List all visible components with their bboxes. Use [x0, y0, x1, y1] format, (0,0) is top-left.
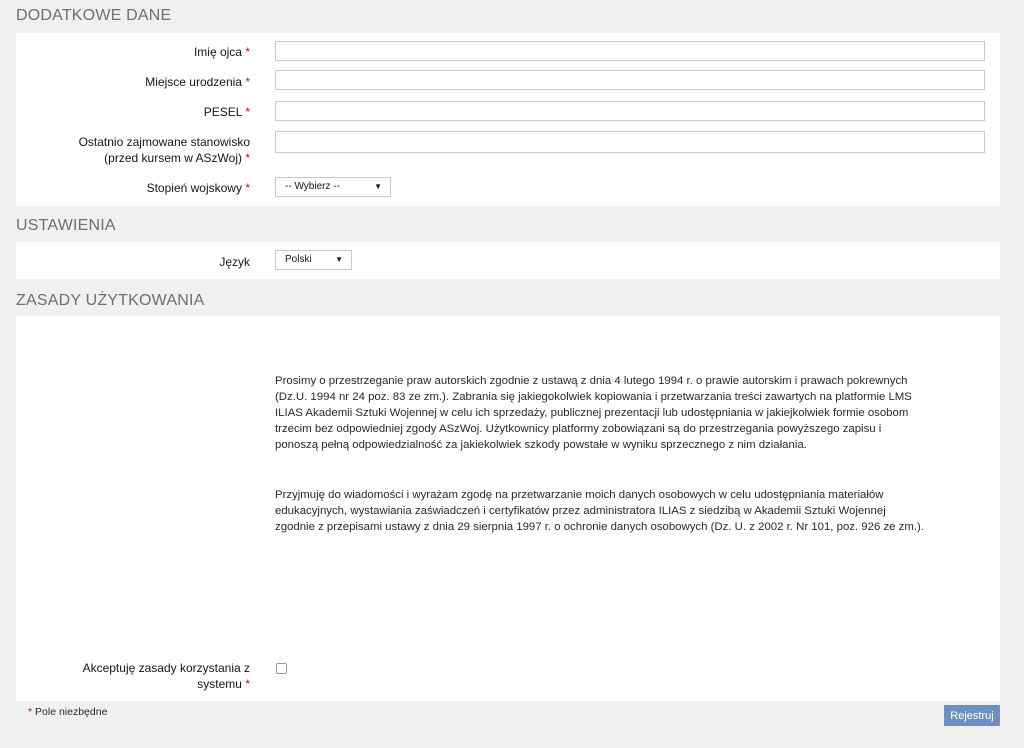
accept-terms-label: Akceptuję zasady korzystania z systemu *	[83, 660, 250, 692]
pesel-label: PESEL *	[204, 104, 250, 120]
accept-terms-checkbox[interactable]	[276, 663, 287, 674]
section-title-extra-data: DODATKOWE DANE	[16, 7, 172, 24]
terms-line: trzecim bez odpowiedniej zgody ASzWoj. U…	[275, 423, 882, 435]
section-title-settings: USTAWIENIA	[16, 217, 116, 234]
extra-data-panel: Imię ojca * Miejsce urodzenia * PESEL * …	[16, 33, 1000, 206]
required-marker: *	[245, 181, 250, 195]
terms-line: (Dz.U. 1994 nr 24 poz. 83 ze zm.). Zabra…	[275, 391, 912, 403]
pesel-input[interactable]	[275, 101, 985, 121]
language-label: Język	[219, 254, 250, 270]
terms-line: ponoszą pełną odpowiedzialność za jakiek…	[275, 439, 807, 451]
terms-paragraph-copyright: Prosimy o przestrzeganie praw autorskich…	[275, 373, 990, 453]
terms-panel: Prosimy o przestrzeganie praw autorskich…	[16, 316, 1000, 701]
language-label-text: Język	[219, 255, 250, 269]
terms-line: zgodnie z przepisami ustawy z dnia 29 si…	[275, 521, 924, 533]
rank-select-value: -- Wybierz --	[285, 181, 340, 192]
father-name-label-text: Imię ojca	[193, 45, 242, 59]
caret-down-icon: ▼	[335, 255, 343, 264]
terms-line: ILIAS Akademii Sztuki Wojennej w celu ic…	[275, 407, 909, 419]
section-title-terms: ZASADY UŻYTKOWANIA	[16, 292, 205, 309]
settings-panel: Język Polski ▼	[16, 242, 1000, 279]
required-note-text: Pole niezbędne	[35, 706, 108, 718]
last-position-label: Ostatnio zajmowane stanowisko (przed kur…	[79, 134, 250, 166]
required-marker: *	[245, 677, 250, 691]
required-field-note: * Pole niezbędne	[28, 706, 107, 718]
father-name-input[interactable]	[275, 41, 985, 61]
terms-line: Przyjmuję do wiadomości i wyrażam zgodę …	[275, 489, 884, 501]
language-select[interactable]: Polski ▼	[275, 250, 352, 270]
last-position-label-line1: Ostatnio zajmowane stanowisko	[78, 135, 250, 149]
accept-terms-label-line2: systemu	[197, 677, 242, 691]
last-position-label-line2: (przed kursem w ASzWoj)	[104, 151, 242, 165]
required-marker: *	[245, 75, 250, 89]
birthplace-input[interactable]	[275, 70, 985, 90]
last-position-input[interactable]	[275, 131, 985, 153]
required-marker: *	[245, 151, 250, 165]
birthplace-label-text: Miejsce urodzenia	[145, 75, 242, 89]
caret-down-icon: ▼	[374, 182, 382, 191]
rank-label: Stopień wojskowy *	[147, 180, 250, 196]
father-name-label: Imię ojca *	[194, 44, 250, 60]
required-marker: *	[28, 706, 33, 718]
register-button[interactable]: Rejestruj	[944, 705, 1000, 726]
terms-line: edukacyjnych, wystawiania zaświadczeń i …	[275, 505, 886, 517]
accept-terms-label-line1: Akceptuję zasady korzystania z	[82, 661, 250, 675]
pesel-label-text: PESEL	[203, 105, 242, 119]
terms-paragraph-privacy: Przyjmuję do wiadomości i wyrażam zgodę …	[275, 487, 990, 535]
birthplace-label: Miejsce urodzenia *	[145, 74, 250, 90]
rank-label-text: Stopień wojskowy	[146, 181, 242, 195]
terms-line: Prosimy o przestrzeganie praw autorskich…	[275, 375, 908, 387]
language-select-value: Polski	[285, 254, 312, 265]
required-marker: *	[245, 45, 250, 59]
rank-select[interactable]: -- Wybierz -- ▼	[275, 177, 391, 197]
required-marker: *	[245, 105, 250, 119]
